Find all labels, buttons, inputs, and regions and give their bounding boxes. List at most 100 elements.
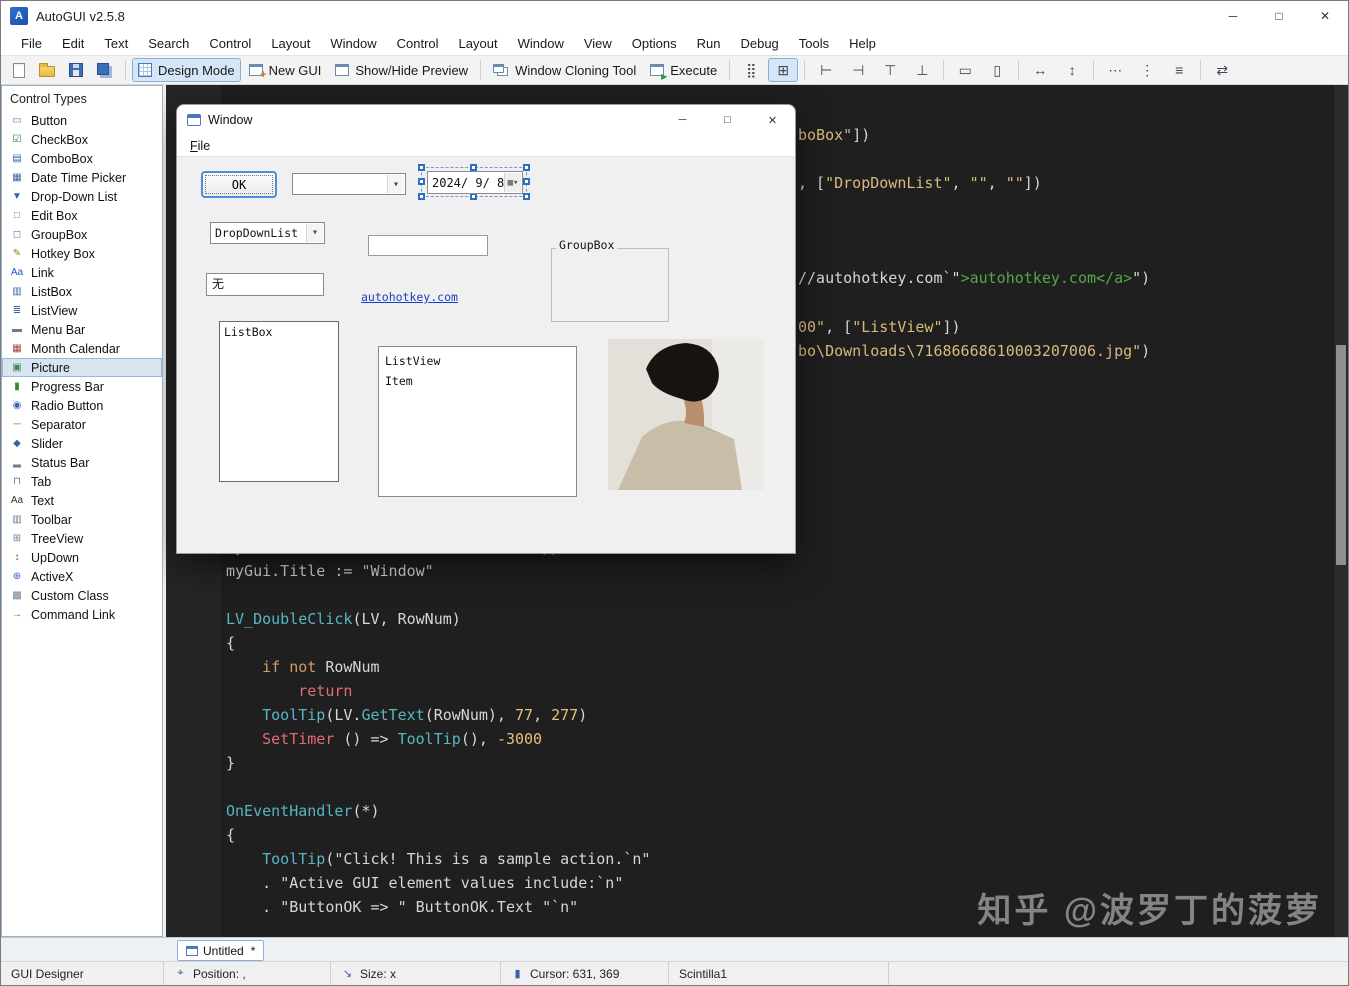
menu-item-layout-2[interactable]: Layout bbox=[449, 31, 508, 55]
control-type-link[interactable]: AaLink bbox=[2, 263, 162, 282]
control-type-button[interactable]: ▭Button bbox=[2, 111, 162, 130]
preview-title-bar[interactable]: Window ─□✕ bbox=[177, 105, 795, 135]
control-type-listbox[interactable]: ▥ListBox bbox=[2, 282, 162, 301]
save-button[interactable] bbox=[63, 58, 89, 82]
control-type-checkbox[interactable]: ☑CheckBox bbox=[2, 130, 162, 149]
calendar-dropdown-icon[interactable]: ▦▾ bbox=[504, 173, 521, 192]
control-type-tab[interactable]: ⊓Tab bbox=[2, 472, 162, 491]
control-type-text[interactable]: AaText bbox=[2, 491, 162, 510]
selection-handle[interactable] bbox=[418, 193, 425, 200]
selection-handle[interactable] bbox=[523, 178, 530, 185]
control-type-updown[interactable]: ↕UpDown bbox=[2, 548, 162, 567]
preview-design-surface[interactable]: OK ▾ 2024/ 9/ 8 ▦▾ bbox=[177, 157, 795, 553]
control-type-hotkey-box[interactable]: ✎Hotkey Box bbox=[2, 244, 162, 263]
menu-item-file[interactable]: File bbox=[11, 31, 52, 55]
preview-listbox[interactable]: ListBox bbox=[219, 321, 339, 482]
new-gui-button[interactable]: New GUI bbox=[243, 58, 328, 82]
preview-menu-file[interactable]: File bbox=[185, 139, 215, 153]
menu-item-search[interactable]: Search bbox=[138, 31, 199, 55]
preview-groupbox[interactable]: GroupBox bbox=[551, 238, 669, 322]
align-right-button[interactable]: ⊣ bbox=[843, 58, 873, 82]
execute-button[interactable]: Execute bbox=[644, 58, 723, 82]
control-type-treeview[interactable]: ⊞TreeView bbox=[2, 529, 162, 548]
minimize-button[interactable]: ─ bbox=[1210, 1, 1256, 31]
scrollbar-thumb[interactable] bbox=[1336, 345, 1346, 565]
preview-close-button[interactable]: ✕ bbox=[750, 105, 795, 135]
distribute-horizontal-button[interactable]: ⋯ bbox=[1100, 58, 1130, 82]
preview-maximize-button[interactable]: □ bbox=[705, 105, 750, 135]
tab-order-button[interactable]: ⇄ bbox=[1207, 58, 1237, 82]
control-type-picture[interactable]: ▣Picture bbox=[2, 358, 162, 377]
window-cloning-tool-button[interactable]: Window Cloning Tool bbox=[487, 58, 642, 82]
selection-handle[interactable] bbox=[523, 193, 530, 200]
preview-picture[interactable] bbox=[608, 339, 764, 490]
distribute-vertical-button[interactable]: ⋮ bbox=[1132, 58, 1162, 82]
size-to-width-button[interactable]: ↔ bbox=[1025, 58, 1055, 82]
control-type-edit-box[interactable]: □Edit Box bbox=[2, 206, 162, 225]
preview-listview[interactable]: ListView Item bbox=[378, 346, 577, 497]
design-mode-button[interactable]: Design Mode bbox=[132, 58, 241, 82]
preview-link[interactable]: autohotkey.com bbox=[361, 290, 458, 304]
preview-editbox[interactable] bbox=[368, 235, 488, 256]
preview-ok-button[interactable]: OK bbox=[201, 171, 277, 198]
menu-item-control[interactable]: Control bbox=[199, 31, 261, 55]
control-type-slider[interactable]: ◆Slider bbox=[2, 434, 162, 453]
code-editor[interactable]: myGui.OnEvent("Close", (*) => ExitApp())… bbox=[163, 85, 1348, 937]
menu-item-tools[interactable]: Tools bbox=[789, 31, 839, 55]
control-type-command-link[interactable]: →Command Link bbox=[2, 605, 162, 624]
control-type-combobox[interactable]: ▤ComboBox bbox=[2, 149, 162, 168]
menu-item-window-2[interactable]: Window bbox=[508, 31, 574, 55]
control-type-listview[interactable]: ≣ListView bbox=[2, 301, 162, 320]
save-all-button[interactable] bbox=[91, 58, 119, 82]
selection-handle[interactable] bbox=[470, 164, 477, 171]
control-type-status-bar[interactable]: ▂Status Bar bbox=[2, 453, 162, 472]
tab-untitled[interactable]: Untitled * bbox=[177, 940, 264, 961]
size-to-height-button[interactable]: ↕ bbox=[1057, 58, 1087, 82]
control-type-activex[interactable]: ⊕ActiveX bbox=[2, 567, 162, 586]
selection-handle[interactable] bbox=[418, 164, 425, 171]
control-type-custom-class[interactable]: ▩Custom Class bbox=[2, 586, 162, 605]
new-file-button[interactable] bbox=[7, 58, 31, 82]
menu-item-debug[interactable]: Debug bbox=[730, 31, 788, 55]
same-height-button[interactable]: ▯ bbox=[982, 58, 1012, 82]
control-type-progress-bar[interactable]: ▮Progress Bar bbox=[2, 377, 162, 396]
menu-item-view[interactable]: View bbox=[574, 31, 622, 55]
maximize-button[interactable]: □ bbox=[1256, 1, 1302, 31]
control-type-date-time-picker[interactable]: ▦Date Time Picker bbox=[2, 168, 162, 187]
equal-spacing-button[interactable]: ≡ bbox=[1164, 58, 1194, 82]
control-type-menu-bar[interactable]: ▬Menu Bar bbox=[2, 320, 162, 339]
control-type-separator[interactable]: ─Separator bbox=[2, 415, 162, 434]
menu-item-help[interactable]: Help bbox=[839, 31, 886, 55]
menu-item-text[interactable]: Text bbox=[94, 31, 138, 55]
preview-minimize-button[interactable]: ─ bbox=[660, 105, 705, 135]
show-grid-button[interactable]: ⣿ bbox=[736, 58, 766, 82]
selection-handle[interactable] bbox=[418, 178, 425, 185]
selection-handle[interactable] bbox=[470, 193, 477, 200]
same-width-button[interactable]: ▭ bbox=[950, 58, 980, 82]
menu-item-edit[interactable]: Edit bbox=[52, 31, 94, 55]
align-left-button[interactable]: ⊢ bbox=[811, 58, 841, 82]
preview-hotkeybox[interactable]: 无 bbox=[206, 273, 324, 296]
control-type-groupbox[interactable]: ◻GroupBox bbox=[2, 225, 162, 244]
show-hide-preview-button[interactable]: Show/Hide Preview bbox=[329, 58, 474, 82]
preview-datetimepicker-selection[interactable]: 2024/ 9/ 8 ▦▾ bbox=[421, 167, 527, 197]
preview-combobox[interactable]: ▾ bbox=[292, 173, 406, 195]
snap-to-grid-button[interactable]: ⊞ bbox=[768, 58, 798, 82]
preview-datetimepicker[interactable]: 2024/ 9/ 8 ▦▾ bbox=[427, 171, 523, 194]
menu-item-window[interactable]: Window bbox=[320, 31, 386, 55]
menu-item-options[interactable]: Options bbox=[622, 31, 687, 55]
preview-dropdownlist[interactable]: DropDownList ▾ bbox=[210, 222, 325, 244]
control-type-month-calendar[interactable]: ▦Month Calendar bbox=[2, 339, 162, 358]
menu-item-layout[interactable]: Layout bbox=[261, 31, 320, 55]
control-type-radio-button[interactable]: ◉Radio Button bbox=[2, 396, 162, 415]
open-file-button[interactable] bbox=[33, 58, 61, 82]
control-type-toolbar[interactable]: ▥Toolbar bbox=[2, 510, 162, 529]
selection-handle[interactable] bbox=[523, 164, 530, 171]
menu-item-control-2[interactable]: Control bbox=[387, 31, 449, 55]
menu-item-run[interactable]: Run bbox=[687, 31, 731, 55]
control-type-drop-down-list[interactable]: ▼Drop-Down List bbox=[2, 187, 162, 206]
close-button[interactable]: ✕ bbox=[1302, 1, 1348, 31]
editor-scrollbar[interactable] bbox=[1334, 85, 1348, 937]
align-bottom-button[interactable]: ⊥ bbox=[907, 58, 937, 82]
align-top-button[interactable]: ⊤ bbox=[875, 58, 905, 82]
